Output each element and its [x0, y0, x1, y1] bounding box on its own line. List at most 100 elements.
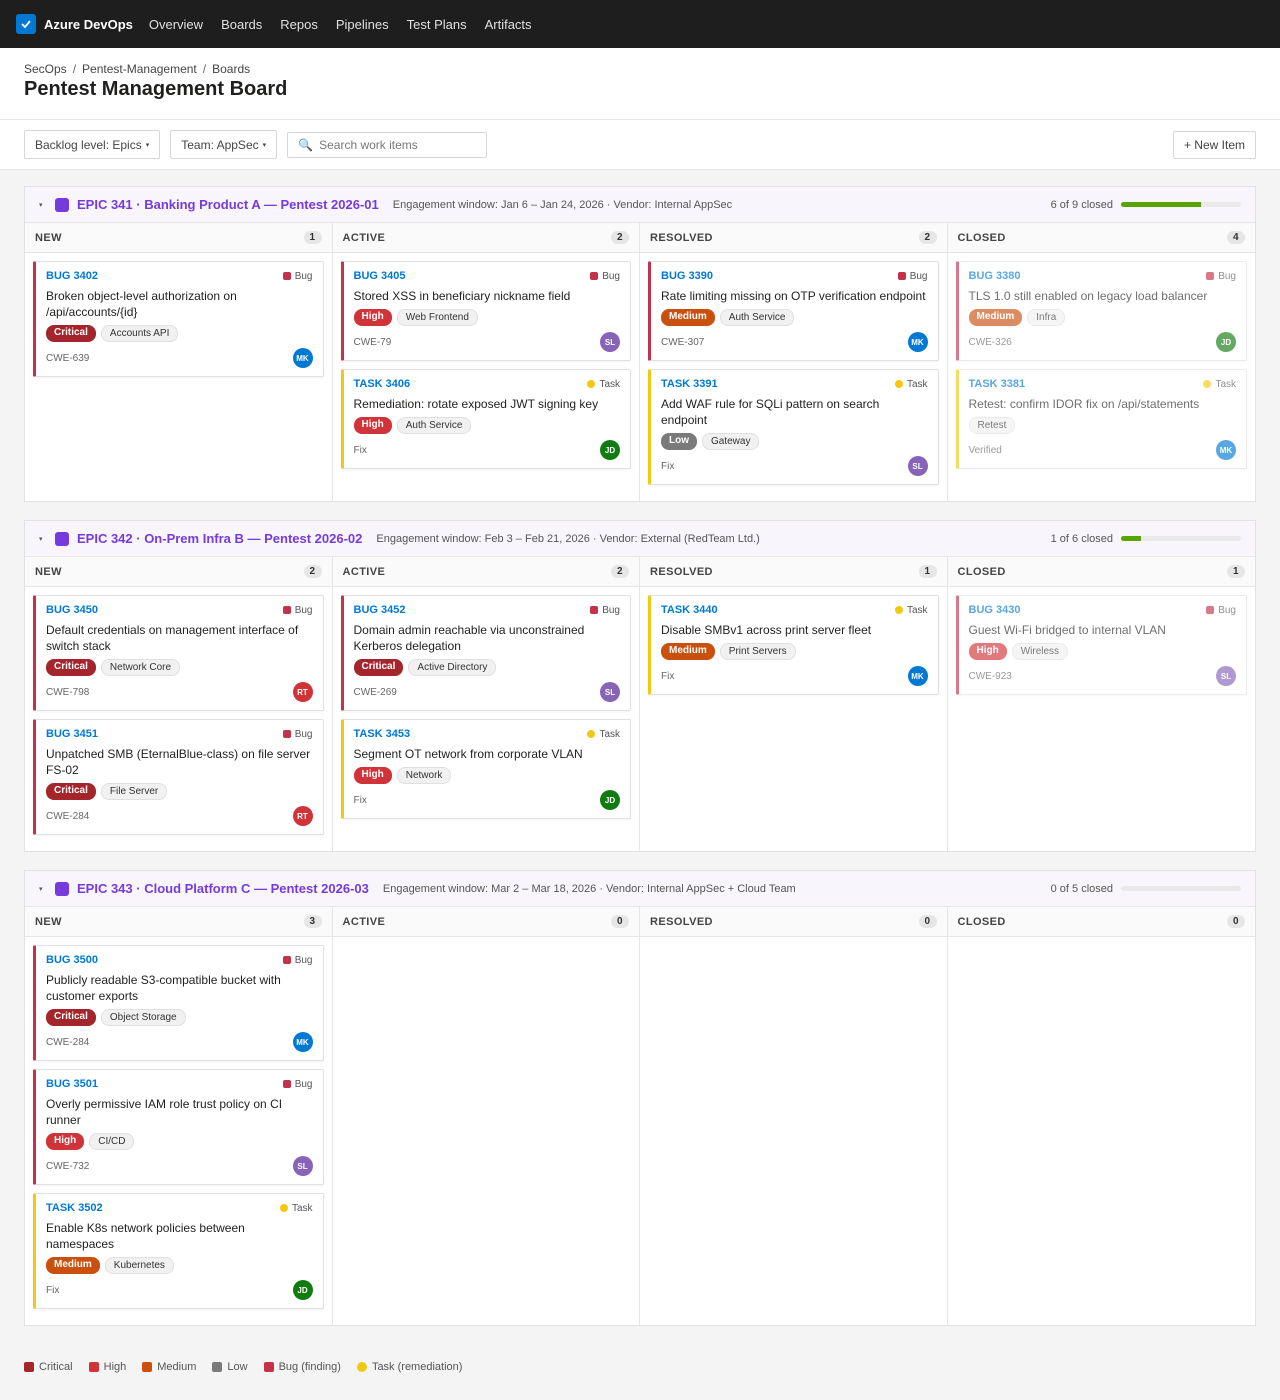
assignee-avatar[interactable]: MK [1216, 440, 1236, 460]
work-item-id[interactable]: BUG 3430 [969, 604, 1021, 616]
work-item-title[interactable]: Enable K8s network policies between name… [46, 1220, 313, 1252]
work-item-id[interactable]: BUG 3405 [354, 270, 406, 282]
work-item-card[interactable]: BUG 3451 Bug Unpatched SMB (EternalBlue-cl… [33, 719, 324, 835]
nav-pipelines[interactable]: Pipelines [336, 17, 389, 32]
assignee-avatar[interactable]: SL [292, 1156, 313, 1176]
work-item-title[interactable]: Retest: confirm IDOR fix on /api/stateme… [969, 396, 1237, 412]
epic-header[interactable]: ▾ EPIC 342 · On-Prem Infra B — Pentest 20… [25, 521, 1255, 557]
work-item-card[interactable]: BUG 3405 Bug Stored XSS in beneficiary nic… [340, 261, 631, 361]
epic-title[interactable]: EPIC 341 · Banking Product A — Pentest 2… [77, 197, 379, 212]
area-tag[interactable]: Wireless [1011, 643, 1069, 660]
work-item-card[interactable]: TASK 3391 Task Add WAF rule for SQLi patte… [648, 369, 939, 485]
work-item-card[interactable]: TASK 3502 Task Enable K8s network policies… [33, 1193, 324, 1309]
work-item-id[interactable]: BUG 3500 [46, 954, 98, 966]
area-tag[interactable]: Gateway [702, 433, 760, 450]
area-tag[interactable]: Web Frontend [396, 309, 478, 326]
work-item-title[interactable]: Remediation: rotate exposed JWT signing … [354, 396, 621, 412]
work-item-title[interactable]: Stored XSS in beneficiary nickname field [354, 288, 621, 304]
work-item-id[interactable]: BUG 3380 [969, 270, 1021, 282]
nav-artifacts[interactable]: Artifacts [485, 17, 532, 32]
area-tag[interactable]: Auth Service [719, 309, 795, 326]
work-item-title[interactable]: Disable SMBv1 across print server fleet [661, 622, 928, 638]
assignee-avatar[interactable]: SL [907, 456, 928, 476]
team-dropdown[interactable]: Team: AppSec ▾ [170, 130, 278, 159]
nav-overview[interactable]: Overview [149, 17, 203, 32]
breadcrumb-boards[interactable]: Boards [212, 62, 250, 76]
assignee-avatar[interactable]: RT [292, 682, 313, 702]
work-item-id[interactable]: TASK 3406 [354, 378, 411, 390]
area-tag[interactable]: Network Core [100, 659, 181, 676]
breadcrumb-project[interactable]: Pentest-Management [82, 62, 197, 76]
nav-test-plans[interactable]: Test Plans [407, 17, 467, 32]
assignee-avatar[interactable]: MK [907, 666, 928, 686]
assignee-avatar[interactable]: SL [600, 332, 620, 352]
area-tag[interactable]: CI/CD [89, 1133, 135, 1150]
work-item-title[interactable]: Overly permissive IAM role trust policy … [46, 1096, 313, 1128]
epic-title[interactable]: EPIC 343 · Cloud Platform C — Pentest 20… [77, 881, 369, 896]
epic-header[interactable]: ▾ EPIC 341 · Banking Product A — Pentest … [25, 187, 1255, 223]
work-item-id[interactable]: TASK 3391 [661, 378, 718, 390]
work-item-card[interactable]: BUG 3430 Bug Guest Wi-Fi bridged to intern… [955, 595, 1247, 695]
assignee-avatar[interactable]: JD [292, 1280, 313, 1300]
work-item-id[interactable]: TASK 3453 [354, 728, 411, 740]
work-item-id[interactable]: BUG 3451 [46, 728, 98, 740]
work-item-title[interactable]: Broken object-level authorization on /ap… [46, 288, 313, 320]
area-tag[interactable]: Auth Service [396, 417, 472, 434]
assignee-avatar[interactable]: JD [600, 790, 620, 810]
work-item-title[interactable]: Unpatched SMB (EternalBlue-class) on fil… [46, 746, 313, 778]
assignee-avatar[interactable]: JD [600, 440, 620, 460]
work-item-card[interactable]: TASK 3440 Task Disable SMBv1 across print … [648, 595, 939, 695]
new-item-button[interactable]: + New Item [1172, 130, 1256, 159]
assignee-avatar[interactable]: RT [292, 806, 313, 826]
area-tag[interactable]: Active Directory [408, 659, 497, 676]
area-tag[interactable]: Kubernetes [104, 1257, 174, 1274]
breadcrumb-org[interactable]: SecOps [24, 62, 67, 76]
assignee-avatar[interactable]: SL [600, 682, 620, 702]
area-tag[interactable]: File Server [100, 783, 168, 800]
work-item-card[interactable]: BUG 3390 Bug Rate limiting missing on OTP … [648, 261, 939, 361]
collapse-caret-icon[interactable]: ▾ [39, 885, 47, 893]
work-item-id[interactable]: TASK 3381 [969, 378, 1026, 390]
area-tag[interactable]: Object Storage [100, 1009, 186, 1026]
work-item-title[interactable]: Default credentials on management interf… [46, 622, 313, 654]
work-item-card[interactable]: BUG 3452 Bug Domain admin reachable via un… [340, 595, 631, 711]
assignee-avatar[interactable]: JD [1216, 332, 1236, 352]
assignee-avatar[interactable]: MK [907, 332, 928, 352]
work-item-title[interactable]: Publicly readable S3-compatible bucket w… [46, 972, 313, 1004]
work-item-card[interactable]: BUG 3450 Bug Default credentials on manage… [33, 595, 324, 711]
work-item-card[interactable]: TASK 3406 Task Remediation: rotate exposed… [340, 369, 631, 469]
epic-header[interactable]: ▾ EPIC 343 · Cloud Platform C — Pentest 2… [25, 871, 1255, 907]
work-item-card[interactable]: BUG 3402 Bug Broken object-level authoriza… [33, 261, 324, 377]
area-tag[interactable]: Retest [968, 417, 1016, 434]
brand[interactable]: Azure DevOps [16, 14, 133, 34]
assignee-avatar[interactable]: MK [292, 1032, 313, 1052]
work-item-id[interactable]: BUG 3390 [661, 270, 713, 282]
collapse-caret-icon[interactable]: ▾ [39, 535, 47, 543]
search-input[interactable]: 🔍 Search work items [287, 131, 488, 158]
area-tag[interactable]: Network [396, 767, 452, 784]
work-item-title[interactable]: Guest Wi-Fi bridged to internal VLAN [969, 622, 1237, 638]
backlog-level-dropdown[interactable]: Backlog level: Epics ▾ [24, 130, 161, 159]
work-item-id[interactable]: BUG 3501 [46, 1078, 98, 1090]
collapse-caret-icon[interactable]: ▾ [39, 201, 47, 209]
work-item-id[interactable]: BUG 3452 [354, 604, 406, 616]
nav-repos[interactable]: Repos [280, 17, 318, 32]
work-item-id[interactable]: BUG 3450 [46, 604, 98, 616]
assignee-avatar[interactable]: SL [1216, 666, 1236, 686]
work-item-card[interactable]: BUG 3501 Bug Overly permissive IAM role tr… [33, 1069, 324, 1185]
work-item-id[interactable]: BUG 3402 [46, 270, 98, 282]
area-tag[interactable]: Print Servers [719, 643, 796, 660]
work-item-title[interactable]: Rate limiting missing on OTP verificatio… [661, 288, 928, 304]
work-item-title[interactable]: TLS 1.0 still enabled on legacy load bal… [969, 288, 1237, 304]
nav-boards[interactable]: Boards [221, 17, 262, 32]
epic-title[interactable]: EPIC 342 · On-Prem Infra B — Pentest 202… [77, 531, 362, 546]
area-tag[interactable]: Accounts API [100, 325, 179, 342]
work-item-id[interactable]: TASK 3502 [46, 1202, 103, 1214]
assignee-avatar[interactable]: MK [292, 348, 313, 368]
area-tag[interactable]: Infra [1027, 309, 1066, 326]
work-item-title[interactable]: Segment OT network from corporate VLAN [354, 746, 621, 762]
work-item-title[interactable]: Add WAF rule for SQLi pattern on search … [661, 396, 928, 428]
work-item-card[interactable]: TASK 3381 Task Retest: confirm IDOR fix on… [955, 369, 1247, 469]
work-item-title[interactable]: Domain admin reachable via unconstrained… [354, 622, 621, 654]
work-item-card[interactable]: TASK 3453 Task Segment OT network from cor… [340, 719, 631, 819]
